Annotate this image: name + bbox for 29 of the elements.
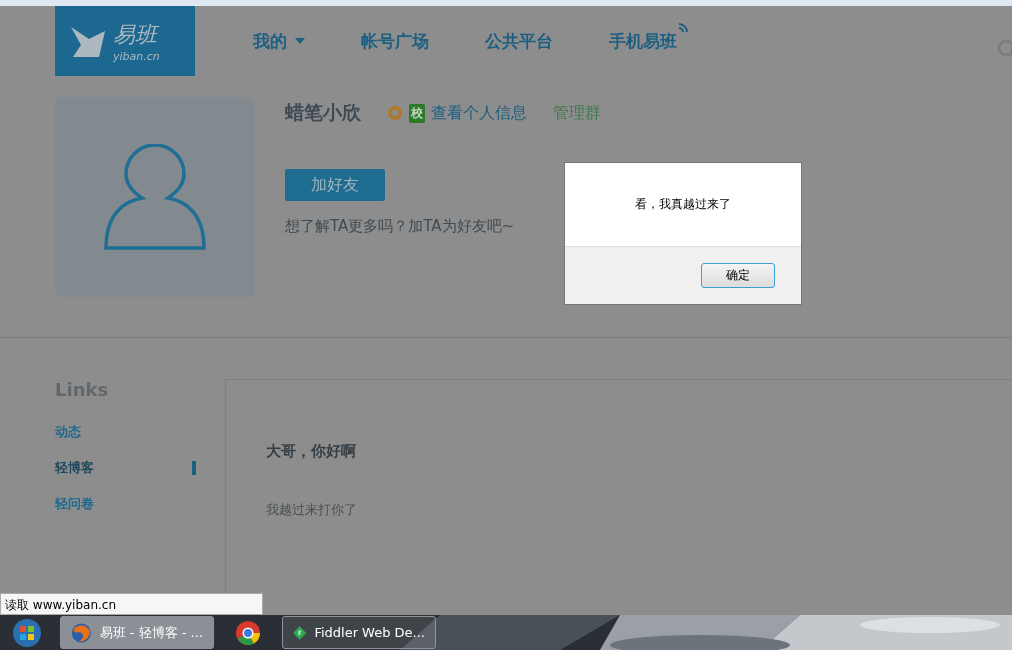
- alert-message: 看，我真越过来了: [635, 196, 731, 213]
- status-bar: 读取 www.yiban.cn: [0, 593, 263, 615]
- manage-group-link[interactable]: 管理群: [553, 102, 601, 124]
- person-icon: [104, 144, 206, 250]
- nav-link[interactable]: 公共平台: [485, 29, 553, 53]
- chrome-icon: [235, 619, 261, 646]
- nav-link[interactable]: 我的: [253, 29, 287, 53]
- sidebar-item[interactable]: 动态: [55, 423, 81, 441]
- ok-button[interactable]: 确定: [701, 263, 775, 288]
- logo-name: 易班: [113, 19, 160, 50]
- signal-icon: [677, 21, 689, 34]
- selection-marker: [192, 461, 196, 475]
- sidebar-item[interactable]: 轻问卷: [55, 495, 94, 513]
- profile-name: 蜡笔小欣: [285, 100, 361, 125]
- logo-domain: yiban.cn: [113, 49, 160, 63]
- site-logo[interactable]: 易班 yiban.cn: [55, 6, 195, 76]
- sidebar-item[interactable]: 轻博客: [55, 459, 94, 477]
- taskbar-button[interactable]: Fiddler Web De...: [282, 616, 436, 649]
- add-friend-hint: 想了解TA更多吗？加TA为好友吧~: [285, 217, 515, 236]
- post-body: 我越过来打你了: [266, 501, 357, 519]
- profile-info-link[interactable]: 查看个人信息: [431, 102, 527, 124]
- caret-icon: [295, 38, 305, 44]
- windows-logo-icon: [12, 617, 42, 648]
- school-badge: 校: [409, 103, 425, 123]
- nav-link[interactable]: 帐号广场: [361, 29, 429, 53]
- add-friend-button[interactable]: 加好友: [285, 169, 385, 201]
- nav-link[interactable]: 手机易班: [609, 29, 677, 53]
- taskbar-button[interactable]: 易班 - 轻博客 - ...: [60, 616, 214, 649]
- post-title: 大哥，你好啊: [266, 442, 356, 461]
